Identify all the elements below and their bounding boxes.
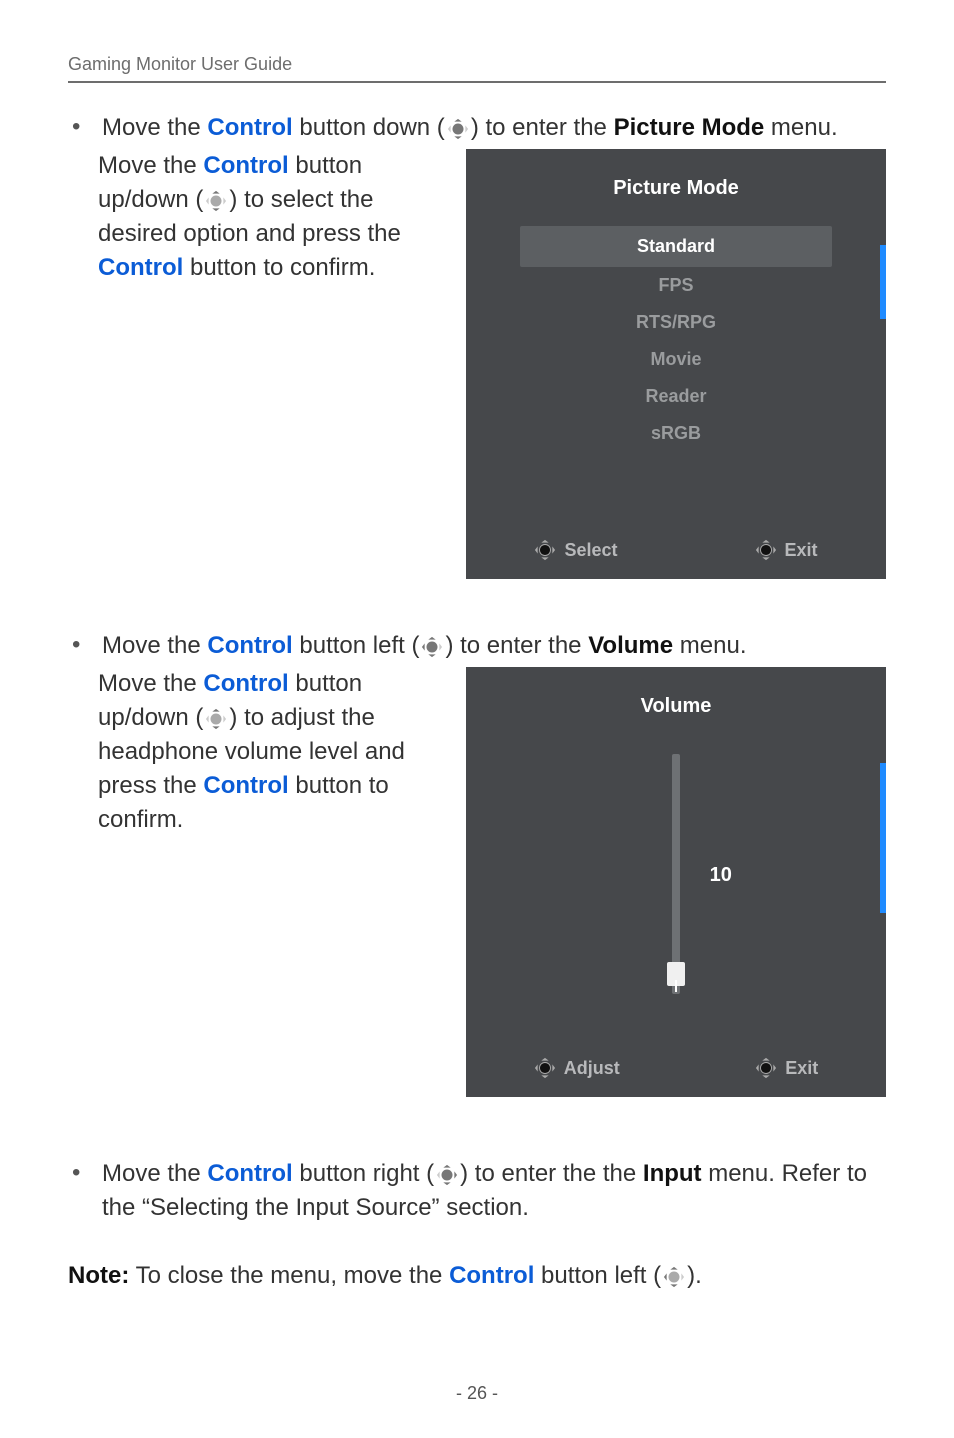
bullet-body: Move the Control button left ( ) to enter… (102, 629, 886, 663)
text: button left ( (293, 632, 420, 659)
text: button to confirm. (183, 254, 375, 281)
control-label: Control (98, 254, 183, 281)
text: menu. (673, 632, 746, 659)
control-label: Control (203, 670, 288, 697)
control-label: Control (449, 1262, 534, 1289)
bullet-dot: • (68, 629, 102, 661)
document-page: Gaming Monitor User Guide • Move the Con… (0, 0, 954, 1438)
volume-slider-area: 10 (466, 744, 886, 1004)
text: ) to enter the (471, 114, 614, 141)
control-label: Control (207, 114, 292, 141)
text: Move the (98, 152, 203, 179)
osd-select-hint: Select (534, 539, 617, 561)
text: ) to enter the (445, 632, 588, 659)
page-number: - 26 - (0, 1383, 954, 1404)
osd-title: Volume (466, 695, 886, 718)
volume-value: 10 (710, 864, 732, 887)
joystick-lr-icon (755, 539, 777, 561)
picture-mode-item-fps[interactable]: FPS (520, 267, 832, 304)
bullet-body: Move the Control button down ( ) to enter… (102, 111, 886, 145)
header-rule (68, 81, 886, 83)
joystick-press-icon (534, 539, 556, 561)
text: Move the (102, 632, 207, 659)
text: Move the (102, 1160, 207, 1187)
running-header: Gaming Monitor User Guide (68, 54, 886, 75)
note-label: Note: (68, 1262, 129, 1289)
picture-mode-osd: Picture Mode Standard FPS RTS/RPG Movie … (466, 149, 886, 579)
picture-mode-osd-container: Picture Mode Standard FPS RTS/RPG Movie … (466, 149, 886, 579)
text: Move the (102, 114, 207, 141)
osd-adjust-label: Adjust (564, 1058, 620, 1079)
control-label: Control (203, 772, 288, 799)
osd-adjust-hint: Adjust (534, 1057, 620, 1079)
bullet-picture-mode: • Move the Control button down ( ) to ent… (68, 111, 886, 145)
joystick-lr-icon (755, 1057, 777, 1079)
joystick-updown-icon (534, 1057, 556, 1079)
picture-mode-item-reader[interactable]: Reader (520, 378, 832, 415)
joystick-left-icon (663, 1266, 685, 1288)
osd-footer: Select Exit (466, 539, 886, 561)
joystick-down-icon (447, 118, 469, 140)
picture-mode-desc: Move the Control button up/down () to se… (98, 149, 446, 285)
text: Move the (98, 670, 203, 697)
volume-slider-tick (675, 980, 677, 992)
volume-label: Volume (588, 632, 673, 659)
joystick-updown-icon (205, 190, 227, 212)
note-line: Note: To close the menu, move the Contro… (68, 1259, 886, 1293)
volume-row: Move the Control button up/down () to ad… (98, 667, 886, 1097)
picture-mode-row: Move the Control button up/down () to se… (98, 149, 886, 579)
bullet-dot: • (68, 1157, 102, 1189)
control-label: Control (203, 152, 288, 179)
text: button left ( (534, 1262, 661, 1289)
text: To close the menu, move the (129, 1262, 449, 1289)
input-label: Input (643, 1160, 702, 1187)
volume-osd: Volume 10 Adjust Exit (466, 667, 886, 1097)
bullet-volume: • Move the Control button left ( ) to ent… (68, 629, 886, 663)
bullet-input: • Move the Control button right ( ) to en… (68, 1157, 886, 1225)
text: ) to enter the the (460, 1160, 643, 1187)
osd-select-label: Select (564, 540, 617, 561)
picture-mode-item-standard[interactable]: Standard (520, 226, 832, 267)
picture-mode-item-rtsrpg[interactable]: RTS/RPG (520, 304, 832, 341)
osd-exit-label: Exit (785, 540, 818, 561)
control-label: Control (207, 632, 292, 659)
osd-exit-hint: Exit (755, 1057, 818, 1079)
text: button down ( (293, 114, 445, 141)
volume-slider-track[interactable] (672, 754, 680, 994)
picture-mode-item-srgb[interactable]: sRGB (520, 415, 832, 452)
volume-osd-container: Volume 10 Adjust Exit (466, 667, 886, 1097)
text: button right ( (293, 1160, 434, 1187)
joystick-right-icon (436, 1164, 458, 1186)
bullet-body: Move the Control button right ( ) to ente… (102, 1157, 886, 1225)
joystick-left-icon (421, 636, 443, 658)
osd-exit-hint: Exit (755, 539, 818, 561)
osd-exit-label: Exit (785, 1058, 818, 1079)
text: menu. (764, 114, 837, 141)
control-label: Control (207, 1160, 292, 1187)
osd-footer: Adjust Exit (466, 1057, 886, 1079)
bullet-dot: • (68, 111, 102, 143)
volume-desc: Move the Control button up/down () to ad… (98, 667, 446, 837)
osd-scroll-highlight (880, 763, 886, 913)
joystick-updown-icon (205, 708, 227, 730)
osd-scroll-highlight (880, 245, 886, 319)
picture-mode-label: Picture Mode (614, 114, 765, 141)
osd-title: Picture Mode (466, 177, 886, 200)
picture-mode-item-movie[interactable]: Movie (520, 341, 832, 378)
picture-mode-list: FPS RTS/RPG Movie Reader sRGB (520, 267, 832, 452)
text: ). (687, 1262, 702, 1289)
